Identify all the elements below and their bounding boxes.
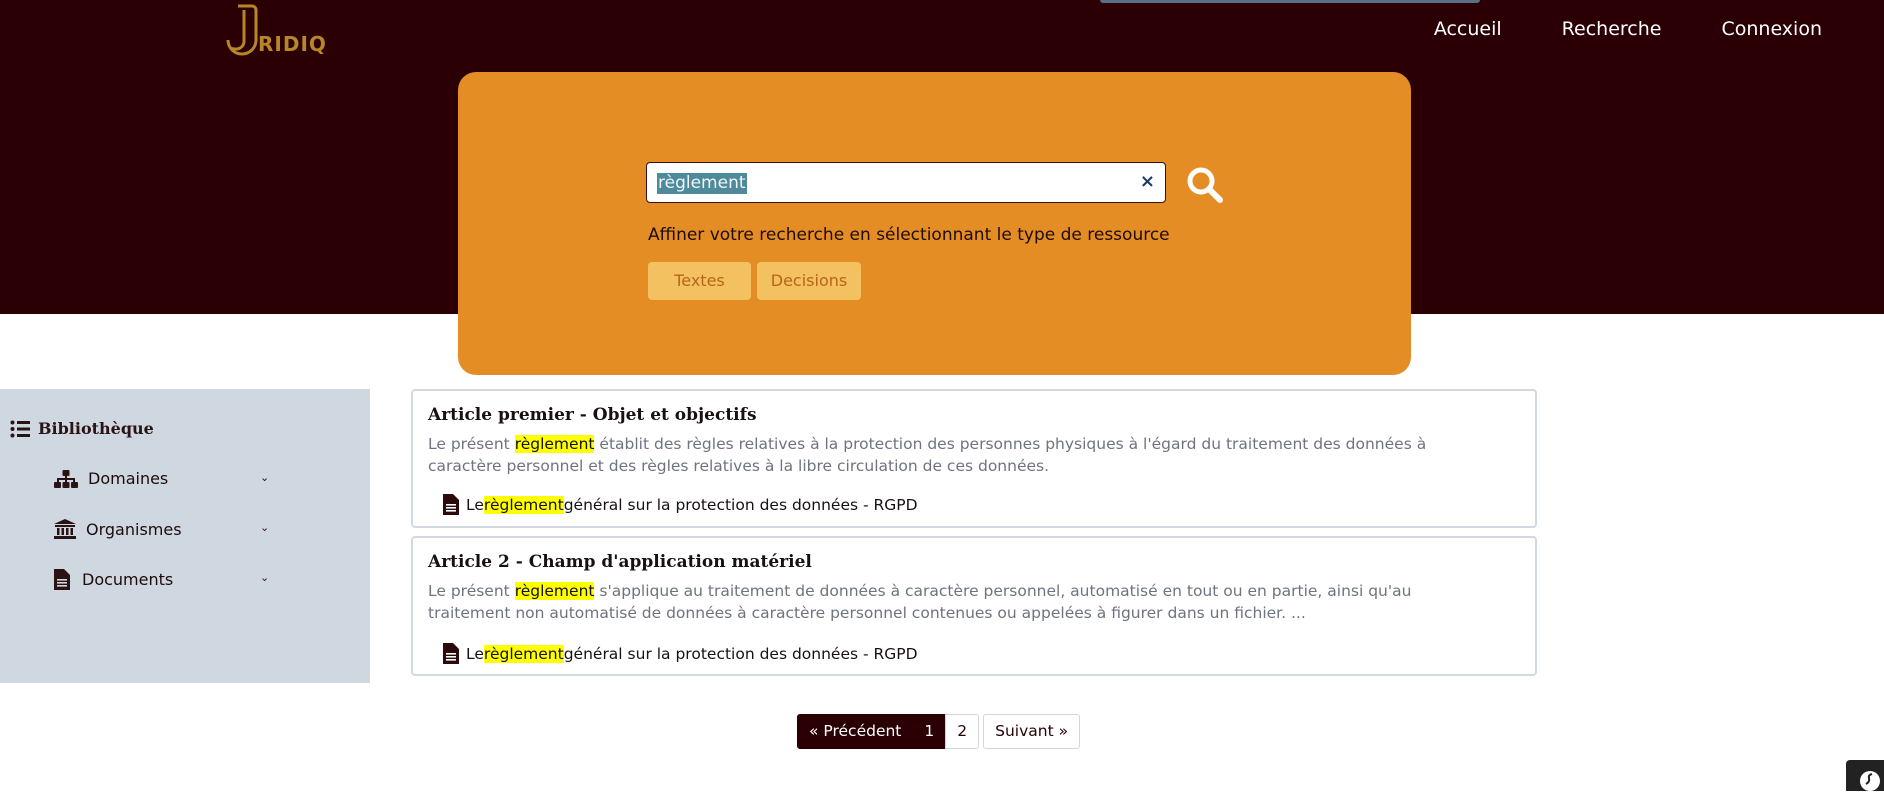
search-icon[interactable]: [1186, 166, 1224, 204]
source-text: général sur la protection des données - …: [563, 644, 918, 663]
snippet-text: Le présent: [428, 435, 515, 453]
pagination-prev-button[interactable]: « Précédent: [797, 714, 914, 749]
refine-text: Affiner votre recherche en sélectionnant…: [648, 225, 1170, 245]
result-snippet: Le présent règlement s'applique au trait…: [428, 580, 1498, 624]
search-highlight: règlement: [483, 495, 564, 514]
snippet-text: Le présent: [428, 582, 515, 600]
result-card: Article 2 - Champ d'application matériel…: [411, 536, 1537, 676]
nav-recherche[interactable]: Recherche: [1562, 18, 1662, 40]
pagination-page-2[interactable]: 2: [945, 714, 980, 749]
main-nav: Accueil Recherche Connexion: [1374, 18, 1822, 40]
list-icon: [10, 420, 30, 437]
chevron-down-icon: ⌄: [260, 571, 270, 584]
sidebar-item-documents[interactable]: Documents ⌄: [54, 569, 269, 590]
result-source-link[interactable]: Le règlement général sur la protection d…: [443, 643, 918, 664]
result-card: Article premier - Objet et objectifs Le …: [411, 389, 1537, 528]
institution-icon: [54, 519, 76, 539]
search-input[interactable]: règlement ×: [646, 162, 1166, 203]
sidebar-title-label: Bibliothèque: [38, 419, 154, 438]
file-icon: [54, 569, 70, 590]
symfony-toolbar-toggle[interactable]: [1846, 760, 1884, 791]
search-highlight: règlement: [514, 435, 595, 453]
result-title[interactable]: Article 2 - Champ d'application matériel: [428, 552, 812, 572]
pagination: « Précédent 1 2 Suivant »: [797, 714, 1081, 749]
pagination-page-1[interactable]: 1: [913, 714, 946, 749]
nav-connexion[interactable]: Connexion: [1721, 18, 1822, 40]
search-highlight: règlement: [514, 582, 595, 600]
file-icon: [443, 494, 459, 515]
result-source-link[interactable]: Le règlement général sur la protection d…: [443, 494, 918, 515]
sidebar-title: Bibliothèque: [10, 419, 154, 438]
chevron-down-icon: ⌄: [260, 471, 270, 484]
file-icon: [443, 643, 459, 664]
result-title[interactable]: Article premier - Objet et objectifs: [428, 405, 757, 425]
sidebar-item-label: Organismes: [86, 519, 182, 539]
sidebar-item-domaines[interactable]: Domaines ⌄: [54, 469, 269, 488]
result-snippet: Le présent règlement établit des règles …: [428, 433, 1498, 477]
sidebar-item-organismes[interactable]: Organismes ⌄: [54, 519, 269, 539]
sidebar-item-label: Domaines: [88, 469, 169, 488]
chip-decisions[interactable]: Decisions: [757, 262, 861, 300]
source-text: Le: [466, 644, 484, 663]
source-text: général sur la protection des données - …: [563, 495, 918, 514]
top-strip: [1100, 0, 1480, 3]
clear-search-button[interactable]: ×: [1140, 171, 1155, 192]
search-highlight: règlement: [483, 644, 564, 663]
chip-textes[interactable]: Textes: [648, 262, 751, 300]
logo-text: RIDIQ: [258, 32, 327, 56]
pagination-next-button[interactable]: Suivant »: [983, 714, 1081, 749]
chevron-down-icon: ⌄: [260, 521, 270, 534]
search-input-value: règlement: [657, 173, 747, 194]
search-card: règlement × Affiner votre recherche en s…: [458, 72, 1411, 375]
sidebar: Bibliothèque Domaines ⌄ Organismes ⌄ Doc…: [0, 389, 370, 683]
sitemap-icon: [54, 469, 78, 488]
source-text: Le: [466, 495, 484, 514]
symfony-icon: [1860, 771, 1880, 791]
nav-accueil[interactable]: Accueil: [1434, 18, 1502, 40]
sidebar-item-label: Documents: [82, 570, 174, 589]
